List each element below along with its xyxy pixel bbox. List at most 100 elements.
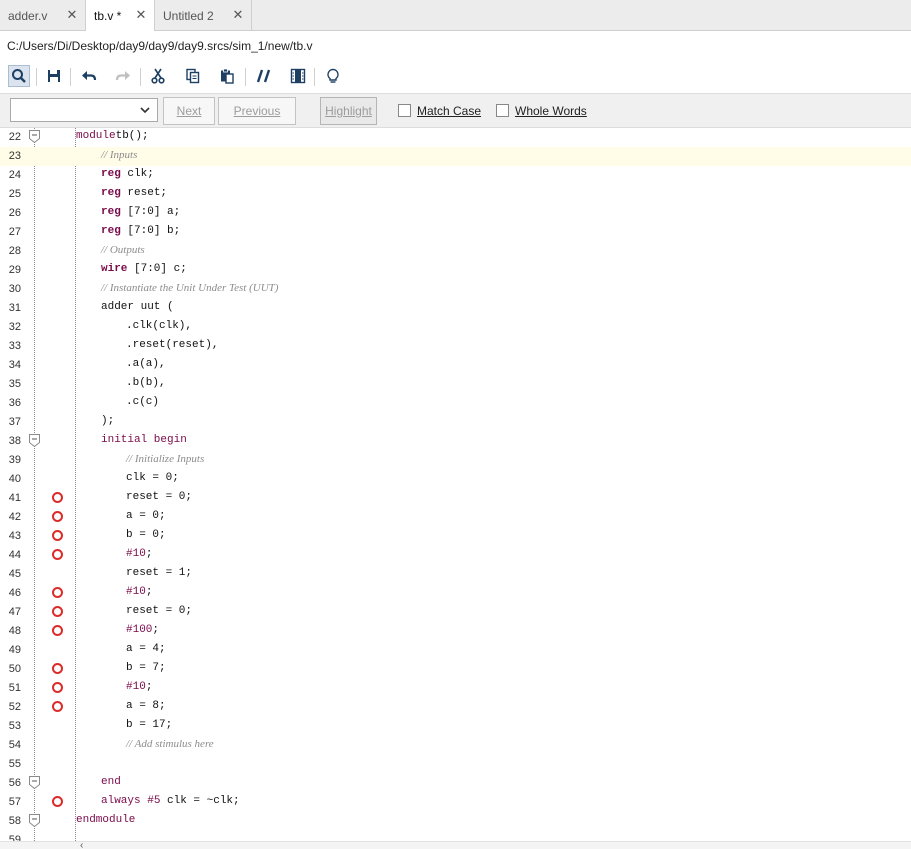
code-text: reg [7:0] a; <box>101 206 180 218</box>
code-line[interactable]: 27 reg [7:0] b; <box>0 223 911 242</box>
code-line[interactable]: 31 adder uut ( <box>0 299 911 318</box>
code-line[interactable]: 26 reg [7:0] a; <box>0 204 911 223</box>
code-line[interactable]: 54 // Add stimulus here <box>0 736 911 755</box>
code-token: ; <box>152 624 160 636</box>
code-line[interactable]: 41 reset = 0; <box>0 489 911 508</box>
tab-untitled-2[interactable]: Untitled 2 ✕ <box>155 0 252 31</box>
fold-toggle-icon[interactable] <box>29 776 40 790</box>
code-line[interactable]: 44 #10; <box>0 546 911 565</box>
close-icon[interactable]: ✕ <box>65 8 79 22</box>
lightbulb-icon[interactable] <box>322 65 344 87</box>
search-icon[interactable] <box>8 65 30 87</box>
line-number: 41 <box>8 492 21 504</box>
code-text: adder uut ( <box>101 301 174 313</box>
breakpoint-icon[interactable] <box>52 492 63 503</box>
breakpoint-icon[interactable] <box>52 511 63 522</box>
code-line[interactable]: 49 a = 4; <box>0 641 911 660</box>
code-line[interactable]: 42 a = 0; <box>0 508 911 527</box>
breakpoint-icon[interactable] <box>52 587 63 598</box>
fold-toggle-icon[interactable] <box>29 130 40 144</box>
chevron-down-icon[interactable] <box>139 103 151 120</box>
code-text: endmodule <box>76 814 135 826</box>
code-line[interactable]: 58 endmodule <box>0 812 911 831</box>
code-line[interactable]: 57 always #5 clk = ~clk; <box>0 793 911 812</box>
line-number: 46 <box>8 587 21 599</box>
code-line[interactable]: 47 reset = 0; <box>0 603 911 622</box>
toolbar-separator <box>314 68 315 86</box>
code-text: #100; <box>126 624 159 636</box>
line-number: 49 <box>8 644 21 656</box>
code-line[interactable]: 53 b = 17; <box>0 717 911 736</box>
code-line[interactable]: 55 <box>0 755 911 774</box>
code-line[interactable]: 34 .a(a), <box>0 356 911 375</box>
breakpoint-icon[interactable] <box>52 549 63 560</box>
code-keyword: reg <box>101 225 121 237</box>
cut-icon[interactable] <box>147 65 169 87</box>
tab-tb-v[interactable]: tb.v * ✕ <box>86 0 155 32</box>
line-number: 37 <box>8 416 21 428</box>
paste-icon[interactable] <box>216 65 238 87</box>
code-line[interactable]: 40 clk = 0; <box>0 470 911 489</box>
code-line[interactable]: 43 b = 0; <box>0 527 911 546</box>
previous-button[interactable]: Previous <box>218 97 296 125</box>
comment-icon[interactable] <box>253 65 275 87</box>
code-line[interactable]: 35 .b(b), <box>0 375 911 394</box>
code-line[interactable]: 52 a = 8; <box>0 698 911 717</box>
code-editor[interactable]: 22 moduletb(); 23 // Inputs 24 reg clk; 25 reg … <box>0 128 911 841</box>
code-line[interactable]: 23 // Inputs <box>0 147 911 166</box>
fold-toggle-icon[interactable] <box>29 814 40 828</box>
next-button[interactable]: Next <box>163 97 215 125</box>
close-icon[interactable]: ✕ <box>231 8 245 22</box>
code-line[interactable]: 33 .reset(reset), <box>0 337 911 356</box>
code-token: ; <box>145 548 153 560</box>
code-token: clk; <box>120 168 154 180</box>
code-line[interactable]: 28 // Outputs <box>0 242 911 261</box>
breakpoint-icon[interactable] <box>52 606 63 617</box>
code-text: wire [7:0] c; <box>101 263 187 275</box>
code-comment: // Outputs <box>101 244 145 256</box>
close-icon[interactable]: ✕ <box>134 8 148 22</box>
scroll-left-icon[interactable]: ‹ <box>80 840 83 849</box>
code-text: #10; <box>126 548 152 560</box>
code-line[interactable]: 48 #100; <box>0 622 911 641</box>
code-line[interactable]: 39 // Initialize Inputs <box>0 451 911 470</box>
code-line[interactable]: 56 end <box>0 774 911 793</box>
block-select-icon[interactable] <box>287 65 309 87</box>
line-number: 51 <box>8 682 21 694</box>
code-line[interactable]: 51 #10; <box>0 679 911 698</box>
code-line[interactable]: 24 reg clk; <box>0 166 911 185</box>
search-combo[interactable] <box>10 98 158 122</box>
code-line[interactable]: 46 #10; <box>0 584 911 603</box>
breakpoint-icon[interactable] <box>52 625 63 636</box>
whole-words-checkbox[interactable] <box>496 104 509 117</box>
highlight-button[interactable]: Highlight <box>320 97 377 125</box>
code-line[interactable]: 45 reset = 1; <box>0 565 911 584</box>
code-token: a = 0; <box>126 510 166 522</box>
breakpoint-icon[interactable] <box>52 530 63 541</box>
save-icon[interactable] <box>43 65 65 87</box>
code-line[interactable]: 25 reg reset; <box>0 185 911 204</box>
code-line[interactable]: 30 // Instantiate the Unit Under Test (UU… <box>0 280 911 299</box>
match-case-checkbox[interactable] <box>398 104 411 117</box>
breakpoint-icon[interactable] <box>52 701 63 712</box>
copy-icon[interactable] <box>182 65 204 87</box>
fold-toggle-icon[interactable] <box>29 434 40 448</box>
breakpoint-icon[interactable] <box>52 682 63 693</box>
code-line[interactable]: 29 wire [7:0] c; <box>0 261 911 280</box>
code-line[interactable]: 32 .clk(clk), <box>0 318 911 337</box>
code-line[interactable]: 59 <box>0 831 911 841</box>
code-token: tb(); <box>115 130 149 142</box>
horizontal-scrollbar[interactable]: ‹ <box>0 840 911 849</box>
redo-icon[interactable] <box>112 65 134 87</box>
code-text: reset = 0; <box>126 491 192 503</box>
code-line[interactable]: 50 b = 7; <box>0 660 911 679</box>
code-line[interactable]: 36 .c(c) <box>0 394 911 413</box>
code-keyword: reg <box>101 168 121 180</box>
breakpoint-icon[interactable] <box>52 796 63 807</box>
code-line[interactable]: 38 initial begin <box>0 432 911 451</box>
breakpoint-icon[interactable] <box>52 663 63 674</box>
undo-icon[interactable] <box>78 65 100 87</box>
code-line[interactable]: 22 moduletb(); <box>0 128 911 147</box>
tab-adder-v[interactable]: adder.v ✕ <box>0 0 86 31</box>
code-line[interactable]: 37); <box>0 413 911 432</box>
